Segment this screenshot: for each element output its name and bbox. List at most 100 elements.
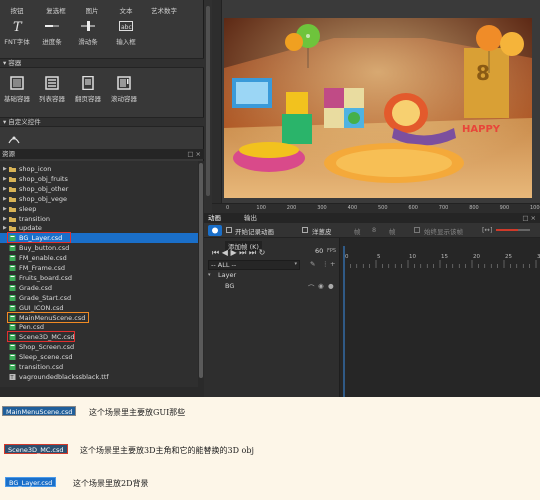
tree-file[interactable]: Grade_Start.csd: [0, 293, 198, 303]
expand-arrow-icon[interactable]: ▶: [3, 184, 7, 194]
tree-folder[interactable]: ▶ sleep: [0, 204, 198, 214]
playback-controls[interactable]: ⏮ ◀ ▶ ⏭ ⏭ ↻: [212, 248, 265, 258]
nursery-scene-illustration: 8 HAPPY: [224, 18, 532, 198]
svg-text:T: T: [13, 20, 23, 33]
editor-window: 按钮 复选框 图片 文本 艺术数字 T FNT字体 进度条 滑动条 abc 输入…: [0, 0, 540, 397]
always-show-frame-label: 始终显示该帧: [424, 228, 463, 236]
tree-folder[interactable]: ▶ transition: [0, 214, 198, 224]
ruler-tick-label: 200: [286, 205, 297, 211]
tree-file[interactable]: Shop_Screen.csd: [0, 342, 198, 352]
expand-arrow-icon[interactable]: ▶: [3, 214, 7, 224]
canvas-area[interactable]: 8 HAPPY 0 100 200 300 400 500 600 700 800 900 1000: [212, 0, 540, 213]
ruler-tick-label: 500: [378, 205, 388, 211]
record-toggle[interactable]: [208, 225, 222, 236]
tab-animation[interactable]: 动画: [208, 213, 221, 223]
ruler-tick-label: 0: [226, 205, 230, 211]
collapse-arrow-icon: ▾: [3, 59, 7, 67]
panel-window-controls[interactable]: □ ×: [522, 213, 536, 223]
chevron-down-icon: ▾: [294, 261, 297, 267]
tree-folder[interactable]: ▶ shop_obj_vege: [0, 194, 198, 204]
tree-item-label: Sleep_scene.csd: [19, 353, 73, 362]
tree-item-label: vagroundedblackssblack.ttf: [19, 372, 109, 381]
annotation-desc-mainmenu: 这个场景里主要放GUI那些: [89, 408, 186, 417]
frame-number-label: 25: [505, 254, 512, 260]
tree-file[interactable]: Tvagroundedblackssblack.ttf: [0, 372, 198, 382]
frame-number-label: 20: [473, 254, 480, 260]
widget-art-number[interactable]: 艺术数字: [142, 2, 186, 15]
tab-output[interactable]: 输出: [244, 213, 257, 223]
frame-label-1: 帧: [354, 228, 361, 236]
edit-icon[interactable]: ✎: [310, 260, 315, 268]
tree-folder[interactable]: ▶ shop_obj_fruits: [0, 174, 198, 184]
containers-section-header[interactable]: ▾ 容器: [0, 58, 204, 68]
tree-file[interactable]: Grade.csd: [0, 283, 198, 293]
ruler-tick-label: 600: [408, 205, 418, 211]
tree-item-label: Fruits_board.csd: [19, 273, 72, 282]
visibility-icon[interactable]: ◉: [318, 282, 324, 290]
csd-file-icon: [9, 274, 16, 281]
font-file-icon: T: [9, 373, 16, 380]
csd-file-icon: [9, 284, 16, 291]
expand-arrow-icon[interactable]: ▶: [3, 204, 7, 214]
expand-arrow-icon[interactable]: ▶: [3, 174, 7, 184]
tree-item-label: sleep: [19, 204, 37, 213]
record-checkbox[interactable]: [226, 227, 232, 233]
resource-hscroll[interactable]: [0, 387, 204, 397]
expand-arrow-icon[interactable]: ▶: [3, 164, 7, 174]
tree-item-label: FM_enable.csd: [19, 254, 67, 263]
canvas-vscroll[interactable]: [204, 0, 212, 213]
widget-input-box[interactable]: abc 输入框: [104, 19, 148, 46]
tree-folder[interactable]: ▶ shop_icon: [0, 164, 198, 174]
csd-file-icon: [9, 364, 16, 370]
folder-icon: [9, 176, 16, 182]
zoom-bracket-icon[interactable]: [↔]: [482, 226, 493, 234]
custom-control-item[interactable]: [8, 134, 20, 146]
annotation-desc-bglayer: 这个场景里放2D背景: [73, 479, 149, 488]
list-container-icon: [45, 76, 59, 90]
highlight-box-bg-layer: [7, 232, 71, 244]
tree-file[interactable]: Sleep_scene.csd: [0, 352, 198, 362]
widget-scroll-container[interactable]: 滚动容器: [102, 76, 146, 103]
page-container-icon: [82, 76, 94, 90]
widget-scroll-container-label: 滚动容器: [111, 95, 137, 103]
tree-file[interactable]: FM_Frame.csd: [0, 263, 198, 273]
tree-file[interactable]: FM_enable.csd: [0, 253, 198, 263]
zoom-slider[interactable]: [496, 229, 530, 231]
more-icon[interactable]: ⋮: [322, 260, 329, 268]
timeline-toolbar: 开始记录动画 洋葱皮 帧 8 帧 始终显示该帧 [↔]: [204, 223, 540, 238]
frame-number-label: 15: [441, 254, 448, 260]
tree-item-label: transition: [19, 214, 50, 223]
scrollbar-thumb[interactable]: [206, 6, 210, 196]
expand-arrow-icon[interactable]: ▾: [208, 272, 211, 278]
containers-header-label: 容器: [8, 59, 22, 67]
tree-item-label: transition.csd: [19, 363, 64, 371]
scrollbar-thumb[interactable]: [199, 163, 203, 378]
frame-ruler: 05101520253035: [343, 246, 540, 397]
scene-preview-image: 8 HAPPY: [224, 18, 532, 198]
fps-value[interactable]: 60: [315, 247, 323, 255]
tree-item-label: Grade_Start.csd: [19, 293, 72, 302]
dot-icon[interactable]: ●: [328, 282, 334, 290]
more-widgets-row: T FNT字体 进度条 滑动条 abc 输入框: [0, 16, 204, 56]
vertical-ruler: [212, 0, 222, 203]
frame-value-1[interactable]: 8: [372, 226, 376, 234]
ruler-tick-label: 400: [347, 205, 358, 211]
lock-icon[interactable]: ⌒: [308, 282, 315, 292]
folder-icon: [9, 167, 16, 172]
expand-arrow-icon[interactable]: ▶: [3, 194, 7, 204]
layer-filter-select[interactable]: -- ALL -- ▾: [208, 260, 300, 270]
loop-checkbox[interactable]: [414, 227, 420, 233]
tree-file[interactable]: transition.csd: [0, 362, 198, 372]
timeline-frame-area[interactable]: 05101520253035: [340, 238, 540, 397]
custom-controls-section-header[interactable]: ▾ 自定义控件: [0, 117, 204, 127]
tree-folder[interactable]: ▶ shop_obj_other: [0, 184, 198, 194]
layer-item-bg[interactable]: BG: [225, 282, 234, 290]
tree-file[interactable]: Buy_button.csd: [0, 243, 198, 253]
tree-file[interactable]: Fruits_board.csd: [0, 273, 198, 283]
onion-skin-checkbox[interactable]: [302, 227, 308, 233]
panel-window-controls[interactable]: □ ×: [187, 149, 201, 159]
add-icon[interactable]: +: [330, 260, 335, 268]
tree-item-label: Grade.csd: [19, 283, 52, 292]
csd-file-icon: [9, 265, 16, 271]
highlight-box-mainmenu: [7, 311, 89, 323]
